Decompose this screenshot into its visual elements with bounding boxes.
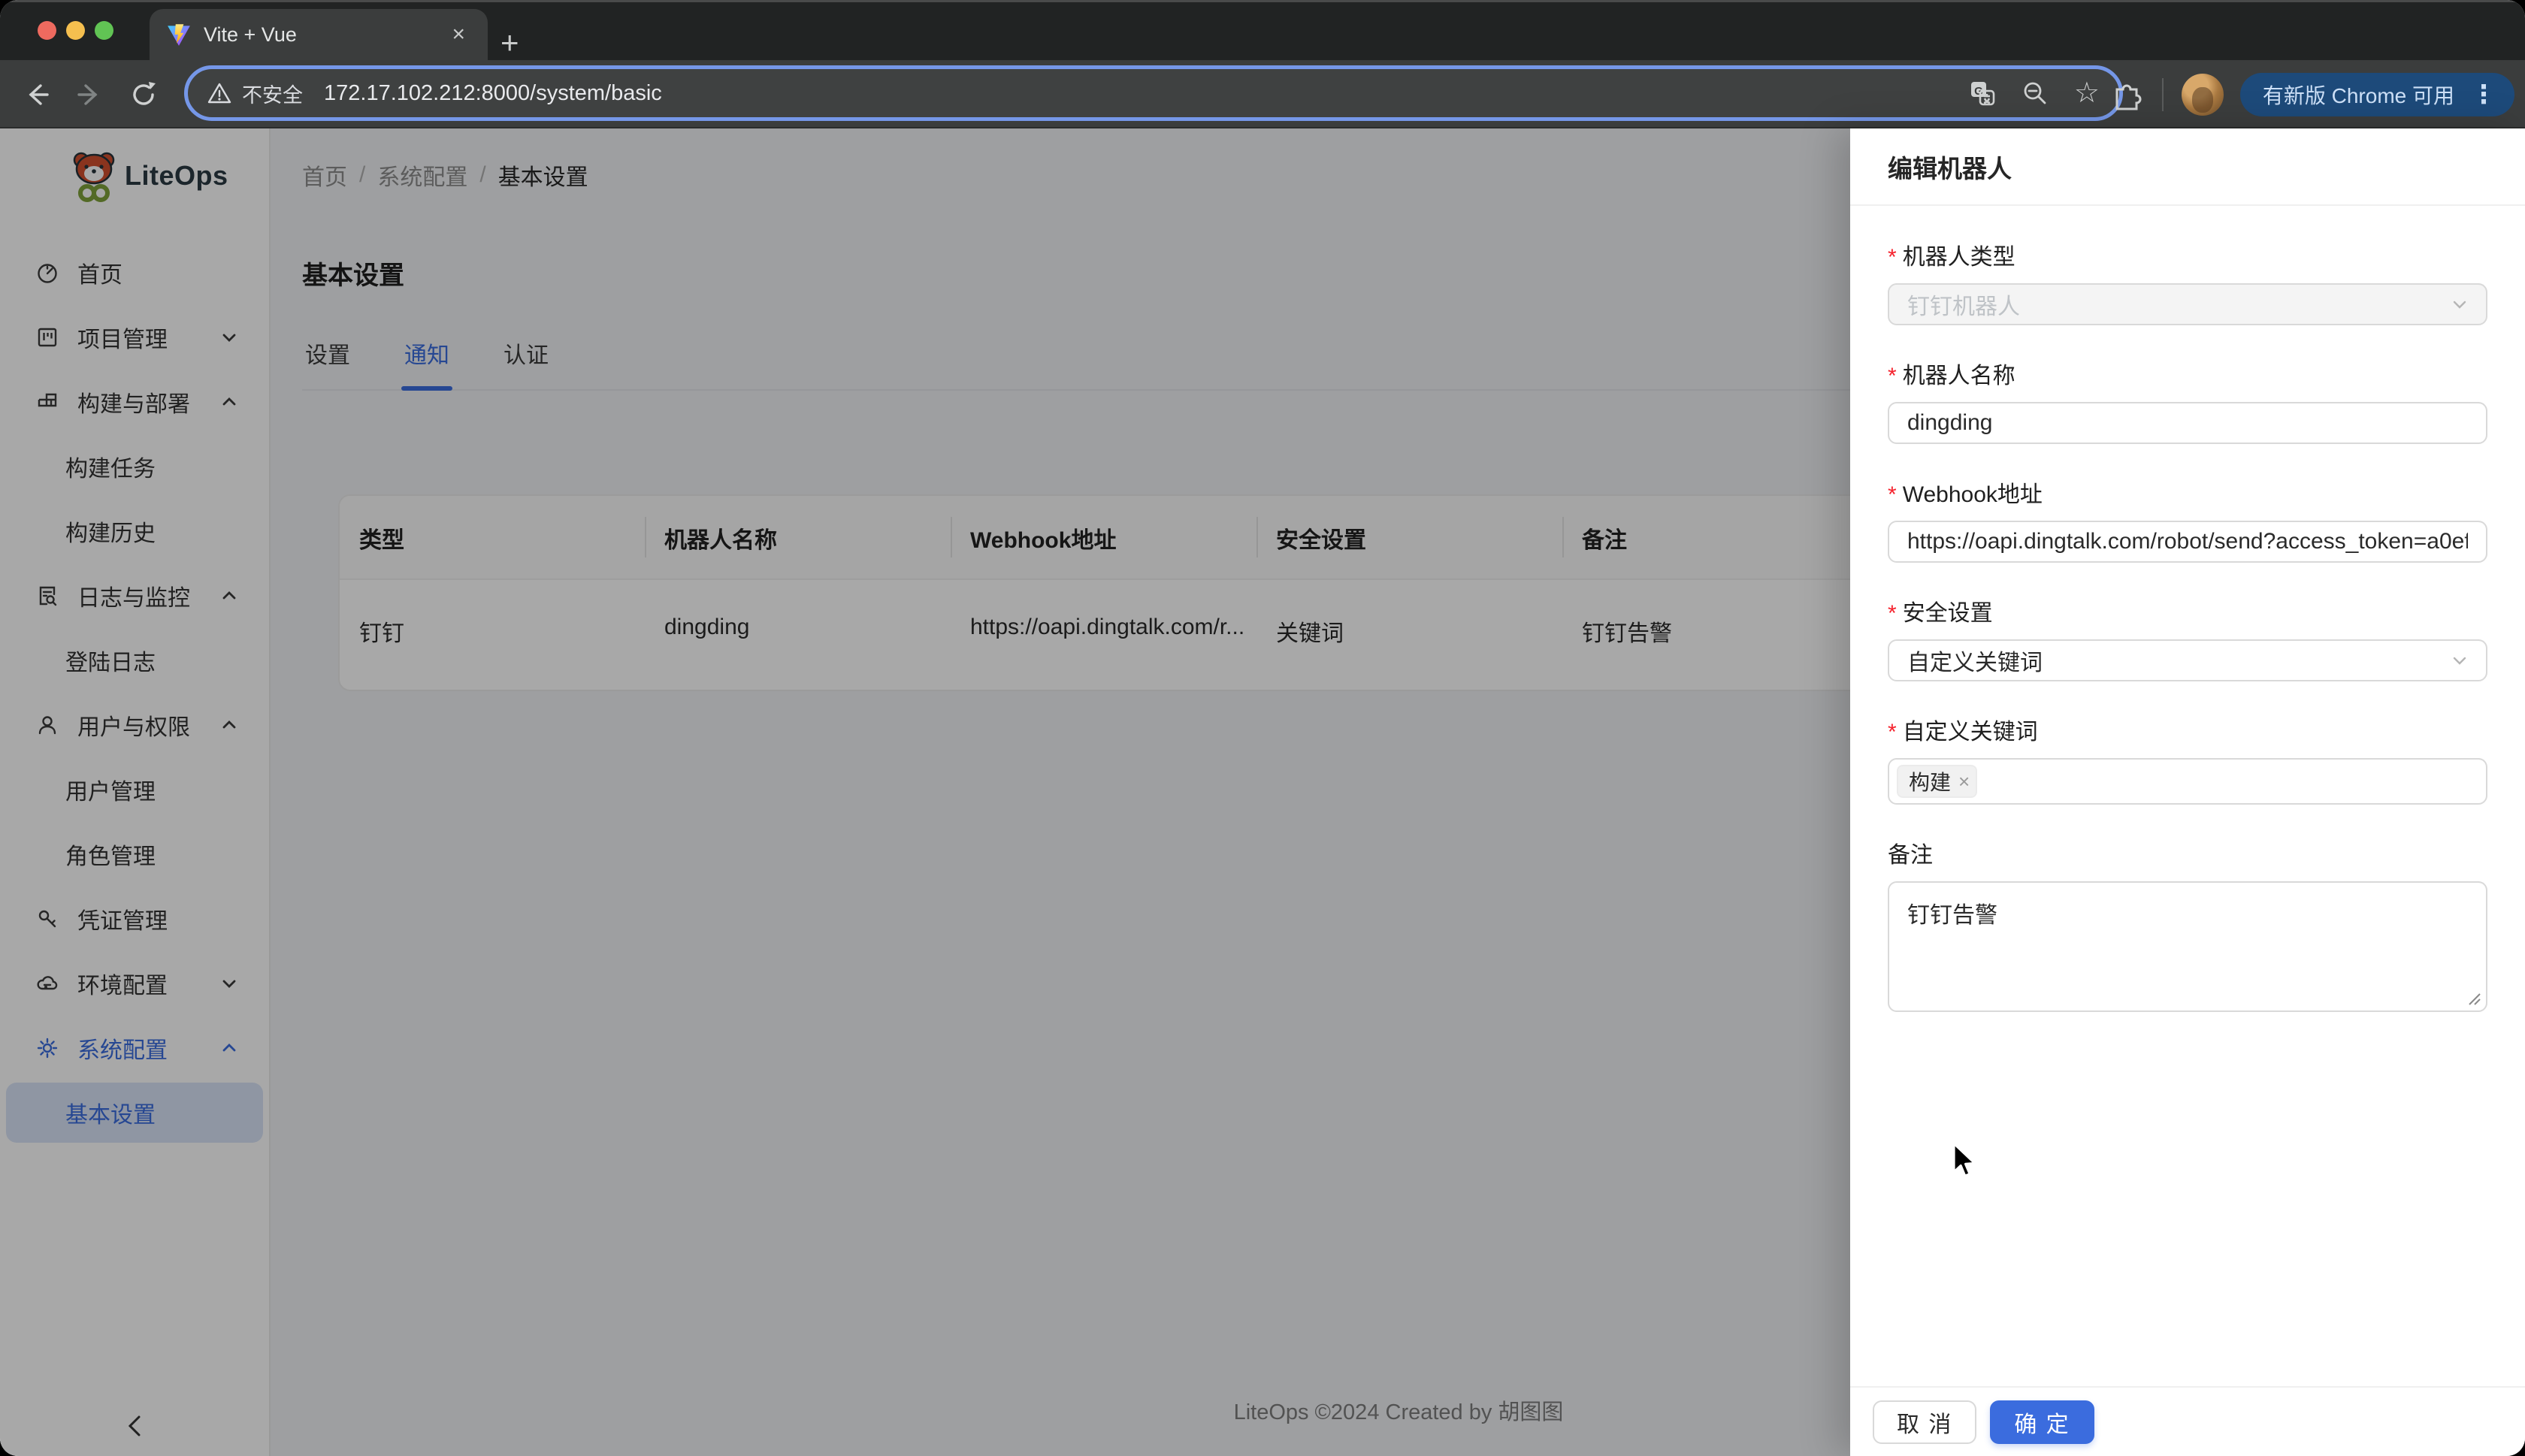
tab-title: Vite + Vue [204, 23, 297, 46]
chevron-down-icon [2450, 295, 2469, 314]
robot-type-select: 钉钉机器人 [1888, 283, 2487, 325]
drawer-title: 编辑机器人 [1888, 154, 2012, 183]
field-robot-type: * 机器人类型 钉钉机器人 [1888, 241, 2487, 325]
confirm-button[interactable]: 确 定 [1990, 1400, 2094, 1444]
drawer-header: 编辑机器人 [1850, 128, 2525, 206]
profile-avatar[interactable] [2181, 73, 2224, 116]
browser-tab[interactable]: Vite + Vue × [150, 9, 488, 60]
address-bar[interactable]: 不安全 172.17.102.212:8000/system/basic G ☆ [184, 65, 2123, 121]
field-webhook: * Webhook地址 [1888, 479, 2487, 563]
remark-textarea[interactable]: 钉钉告警 [1888, 881, 2487, 1012]
robot-name-input[interactable] [1888, 402, 2487, 444]
not-secure-warning-icon [207, 81, 231, 105]
cancel-button[interactable]: 取 消 [1873, 1400, 1977, 1444]
translate-icon[interactable]: G [1969, 80, 1996, 107]
security-select[interactable]: 自定义关键词 [1888, 639, 2487, 681]
bookmark-star-icon[interactable]: ☆ [2074, 79, 2100, 107]
tag-close-icon[interactable]: × [1958, 770, 1970, 793]
window-zoom-button[interactable] [95, 21, 113, 40]
extensions-puzzle-icon[interactable] [2109, 77, 2144, 112]
page-viewport: LiteOps 首页 项目管理 构建与部署 构建任务 构建历史 日志与监控 登陆… [0, 128, 2525, 1456]
favicon-vite-icon [166, 22, 192, 47]
browser-window: Vite + Vue × + 不安全 172.17.102.212:8000/s… [0, 0, 2525, 1456]
resize-handle-icon[interactable] [2465, 989, 2481, 1006]
webhook-input[interactable] [1888, 521, 2487, 563]
zoom-out-icon[interactable] [2022, 80, 2049, 107]
required-asterisk: * [1888, 245, 1897, 270]
field-remark: 备注 钉钉告警 [1888, 839, 2487, 1012]
url-text: 172.17.102.212:8000/system/basic [324, 80, 662, 105]
keyword-tag: 构建 × [1897, 765, 1978, 798]
window-close-button[interactable] [38, 21, 56, 40]
chrome-update-label: 有新版 Chrome 可用 [2262, 83, 2454, 107]
security-label: 不安全 [242, 83, 303, 107]
new-tab-button[interactable]: + [500, 27, 519, 59]
window-minimize-button[interactable] [66, 21, 85, 40]
required-asterisk: * [1888, 364, 1897, 388]
edit-robot-drawer: 编辑机器人 * 机器人类型 钉钉机器人 * 机器人名称 dingding * W… [1850, 128, 2525, 1456]
back-button[interactable] [14, 60, 60, 128]
mouse-cursor [1951, 1142, 1985, 1181]
field-keywords: * 自定义关键词 构建 × [1888, 716, 2487, 805]
chevron-down-icon [2450, 651, 2469, 670]
toolbar-separator [2161, 77, 2164, 111]
tab-close-icon[interactable]: × [446, 22, 471, 47]
field-robot-name: * 机器人名称 [1888, 360, 2487, 444]
keywords-tag-input[interactable]: 构建 × [1888, 758, 2487, 805]
chrome-update-button[interactable]: 有新版 Chrome 可用 ⋮ [2239, 72, 2514, 116]
required-asterisk: * [1888, 482, 1897, 507]
forward-button[interactable] [66, 60, 113, 128]
field-security: * 安全设置 自定义关键词 [1888, 597, 2487, 681]
required-asterisk: * [1888, 601, 1897, 626]
reload-button[interactable] [120, 60, 167, 128]
drawer-footer: 取 消 确 定 [1850, 1386, 2525, 1456]
tab-strip: Vite + Vue × + [0, 0, 2525, 60]
drawer-body: * 机器人类型 钉钉机器人 * 机器人名称 * Webhook地址 [1850, 206, 2525, 1012]
browser-toolbar: 不安全 172.17.102.212:8000/system/basic G ☆… [0, 60, 2525, 128]
chrome-menu-kebab-icon[interactable]: ⋮ [2466, 80, 2501, 110]
required-asterisk: * [1888, 720, 1897, 745]
